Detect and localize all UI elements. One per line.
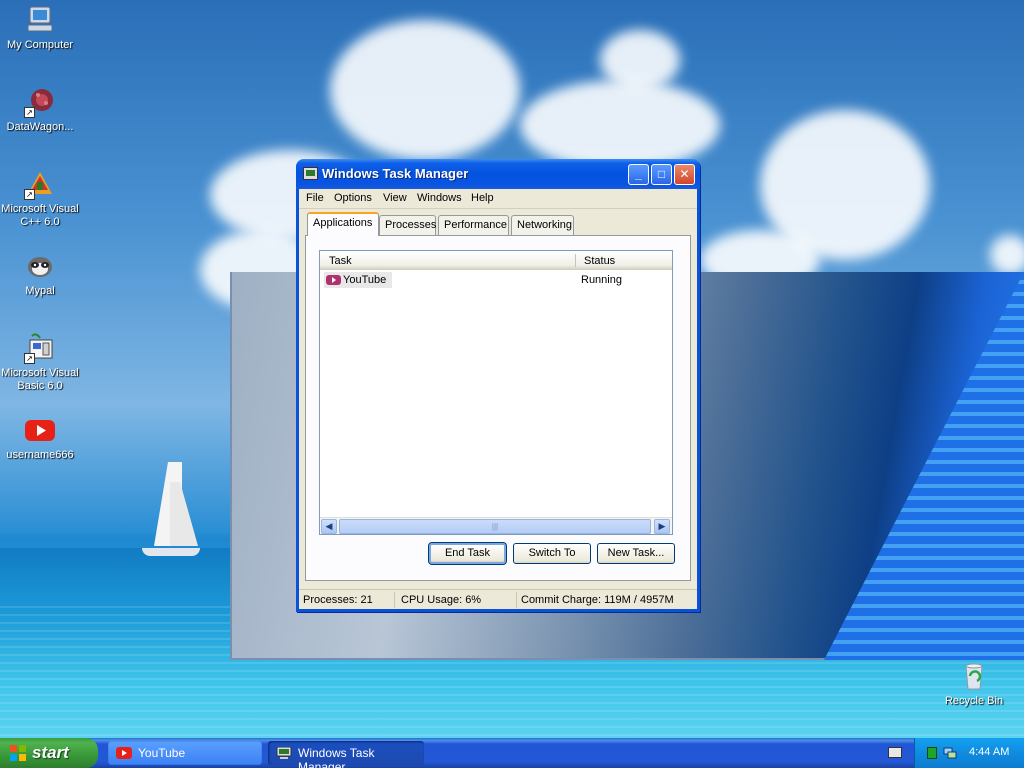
visual-cpp-icon: ↗ (24, 168, 56, 200)
taskbar-button-task-manager[interactable]: Windows Task Manager (268, 741, 424, 768)
scroll-left-button[interactable]: ◀ (321, 519, 337, 534)
menu-file[interactable]: File (306, 192, 324, 204)
tab-networking[interactable]: Networking (511, 215, 574, 235)
end-task-button[interactable]: End Task (428, 542, 507, 565)
taskbar-button-youtube[interactable]: YouTube (108, 741, 262, 765)
desktop-icon-my-computer[interactable]: My Computer (0, 4, 80, 52)
table-row[interactable]: YouTube Running (324, 272, 672, 288)
start-button[interactable]: start (0, 738, 98, 768)
minimize-button[interactable]: _ (628, 164, 649, 185)
cloud (330, 20, 520, 160)
youtube-icon (326, 275, 341, 285)
mypal-raccoon-icon (24, 250, 56, 282)
desktop-icon-label: Recycle Bin (944, 695, 1004, 707)
start-label: start (32, 743, 69, 762)
column-header-task[interactable]: Task (329, 255, 352, 267)
desktop-icon-mypal[interactable]: Mypal (0, 250, 80, 298)
desktop-icon-label: Microsoft Visual C++ 6.0 (1, 203, 79, 228)
menu-view[interactable]: View (383, 192, 407, 204)
youtube-icon (116, 747, 132, 759)
desktop-icon-recycle-bin[interactable]: Recycle Bin (934, 660, 1014, 708)
desktop-icon-label: My Computer (6, 39, 74, 51)
tab-performance[interactable]: Performance (438, 215, 509, 235)
scroll-thumb[interactable]: ||| (339, 519, 651, 534)
column-separator[interactable] (575, 254, 576, 267)
task-manager-window[interactable]: Windows Task Manager _ □ ✕ File Options … (296, 159, 700, 612)
youtube-icon (24, 414, 56, 446)
desktop-icon-label: DataWagon... (6, 121, 74, 133)
task-list[interactable]: Task Status YouTube Running ◀ ||| ▶ (319, 250, 673, 535)
network-icon[interactable] (943, 746, 957, 760)
my-computer-icon (24, 4, 56, 36)
scroll-right-button[interactable]: ▶ (654, 519, 670, 534)
tab-applications[interactable]: Applications (307, 212, 379, 236)
desktop-icon-label: Mypal (25, 285, 55, 297)
datawagon-icon: ↗ (24, 86, 56, 118)
horizontal-scrollbar[interactable]: ◀ ||| ▶ (320, 517, 672, 534)
menu-bar: File Options View Windows Help (299, 189, 697, 209)
maximize-button[interactable]: □ (651, 164, 672, 185)
menu-help[interactable]: Help (471, 192, 494, 204)
cloud (520, 80, 720, 170)
window-title: Windows Task Manager (322, 166, 469, 181)
desktop-icon-label: Microsoft Visual Basic 6.0 (1, 367, 79, 392)
status-bar: Processes: 21 CPU Usage: 6% Commit Charg… (299, 589, 697, 609)
taskbar-button-label: Windows Task Manager (298, 746, 375, 768)
status-cpu-usage: CPU Usage: 6% (397, 592, 517, 608)
task-status: Running (581, 274, 622, 286)
keyboard-icon[interactable] (888, 747, 902, 758)
task-name: YouTube (343, 274, 387, 286)
desktop-icon-label: username666 (6, 449, 74, 461)
desktop-icon-visual-cpp[interactable]: ↗ Microsoft Visual C++ 6.0 (0, 168, 80, 229)
switch-to-button[interactable]: Switch To (513, 543, 591, 564)
shortcut-arrow-icon: ↗ (24, 353, 35, 364)
shortcut-arrow-icon: ↗ (24, 107, 35, 118)
recycle-bin-icon (958, 660, 990, 692)
column-header-status[interactable]: Status (584, 255, 615, 267)
taskbar-button-label: YouTube (138, 746, 186, 760)
task-manager-icon (276, 746, 292, 759)
close-button[interactable]: ✕ (674, 164, 695, 185)
cloud (600, 30, 680, 90)
windows-flag-icon (10, 745, 27, 762)
desktop-icon-username666[interactable]: username666 (0, 414, 80, 462)
desktop-icon-visual-basic[interactable]: ↗ Microsoft Visual Basic 6.0 (0, 332, 80, 393)
new-task-button[interactable]: New Task... (597, 543, 675, 564)
sailboat (140, 462, 200, 560)
tray-app-icon[interactable] (927, 747, 937, 759)
menu-windows[interactable]: Windows (417, 192, 462, 204)
status-processes: Processes: 21 (299, 592, 395, 608)
status-commit-charge: Commit Charge: 119M / 4957M (521, 594, 674, 606)
visual-basic-icon: ↗ (24, 332, 56, 364)
title-bar[interactable]: Windows Task Manager _ □ ✕ (296, 159, 700, 189)
clock[interactable]: 4:44 AM (969, 746, 1009, 758)
tab-processes[interactable]: Processes (379, 215, 436, 235)
shortcut-arrow-icon: ↗ (24, 189, 35, 200)
system-tray: 4:44 AM (914, 738, 1024, 768)
cloud (990, 235, 1024, 275)
task-manager-icon (303, 167, 318, 180)
desktop-icon-datawagon[interactable]: ↗ DataWagon... (0, 86, 80, 134)
list-header: Task Status (320, 251, 672, 270)
menu-options[interactable]: Options (334, 192, 372, 204)
taskbar: start YouTube Windows Task Manager 4:44 … (0, 738, 1024, 768)
